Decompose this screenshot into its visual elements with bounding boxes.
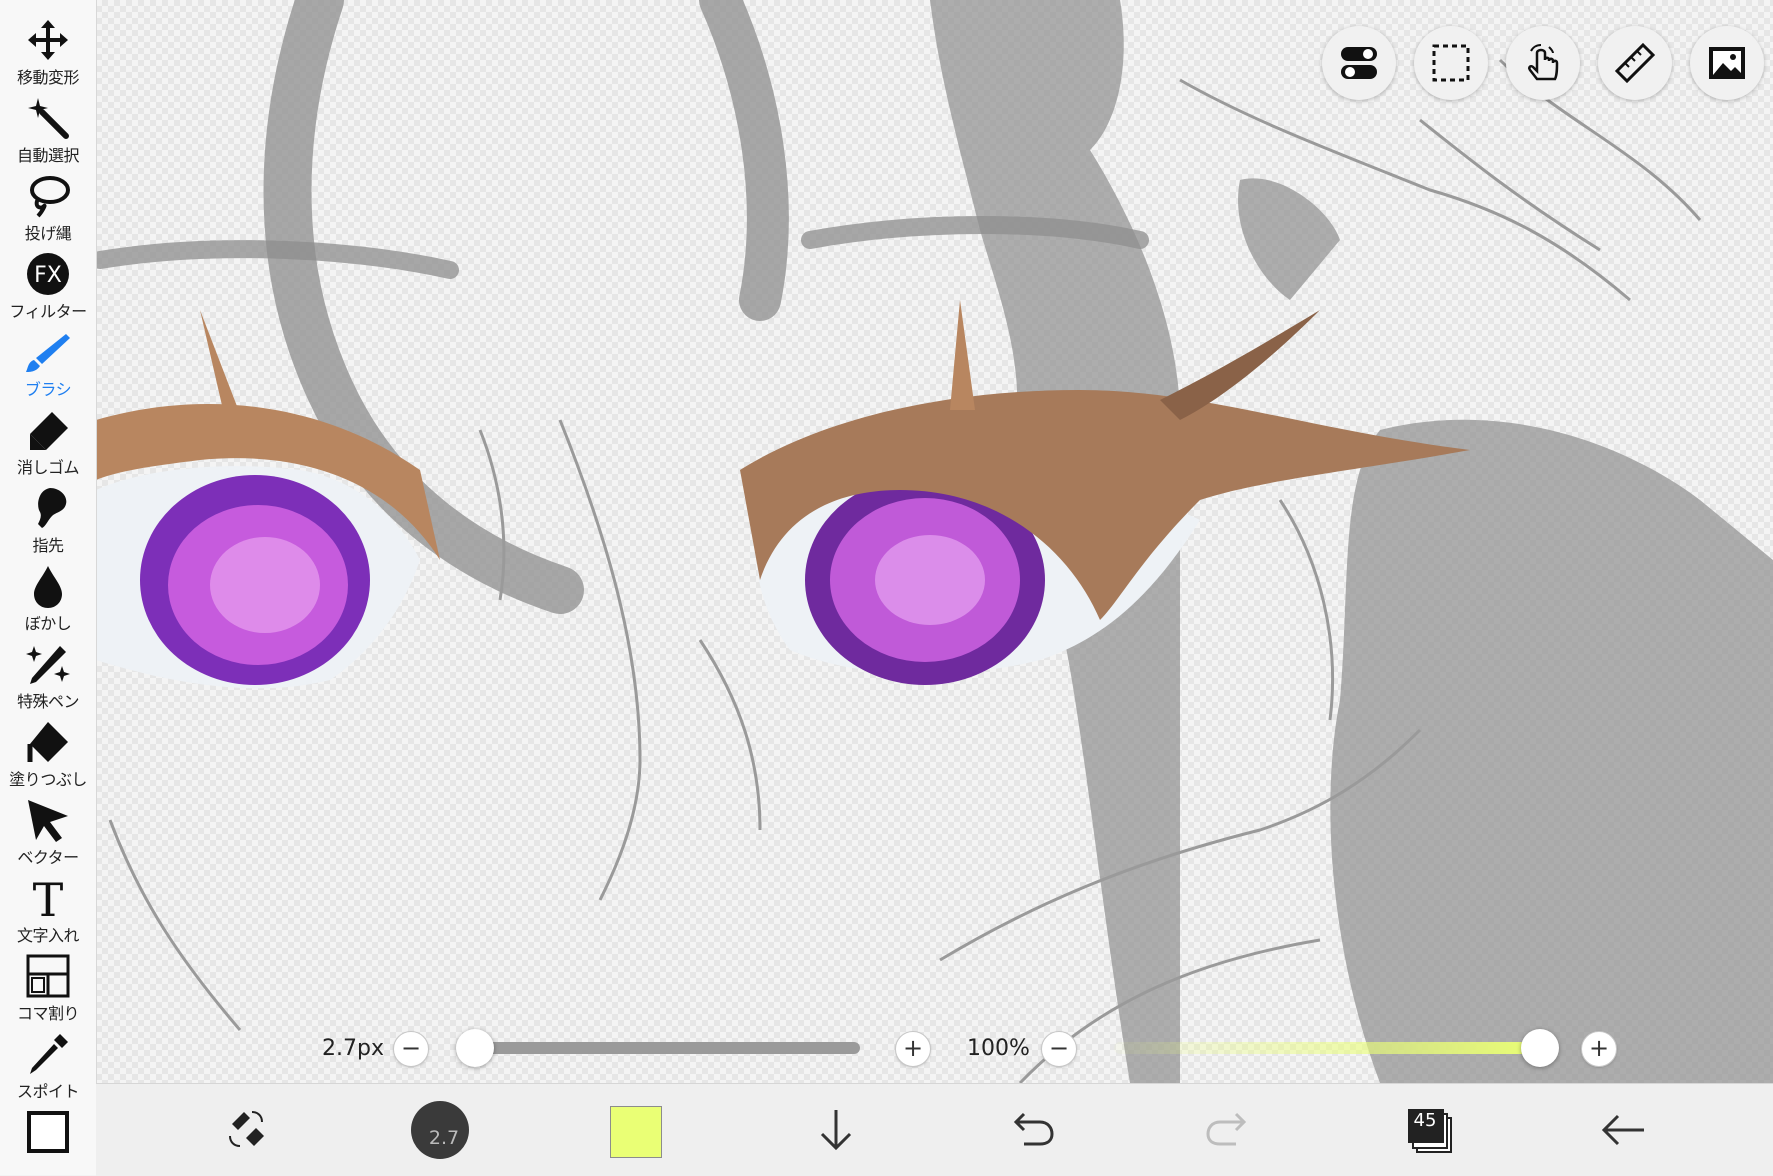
minus-icon: − (1048, 1034, 1070, 1062)
undo-button[interactable] (1004, 1102, 1060, 1158)
canvas-icon (27, 1111, 69, 1153)
tool-panel-divide[interactable]: コマ割り (0, 948, 96, 1026)
tool-label: 塗りつぶし (9, 770, 87, 789)
plus-icon: + (902, 1034, 924, 1062)
selection-rect-icon (1432, 44, 1470, 82)
finger-icon (38, 488, 67, 528)
tool-label: フィルター (9, 302, 87, 321)
tool-blur[interactable]: ぼかし (0, 558, 96, 636)
tool-lasso[interactable]: 投げ縄 (0, 168, 96, 246)
lasso-icon (30, 176, 70, 218)
toggle-settings-button[interactable] (1322, 26, 1396, 100)
touch-gesture-button[interactable] (1506, 26, 1580, 100)
tool-label: 移動変形 (16, 68, 80, 87)
bottom-bar: 2.7 45 (96, 1083, 1773, 1176)
tool-eyedropper[interactable]: スポイト (0, 1026, 96, 1104)
arrow-left-icon (1601, 1114, 1644, 1146)
brush-size-badge-label: 2.7 (428, 1127, 460, 1149)
toggle-settings-icon (1341, 47, 1377, 79)
brush-size-slider-knob[interactable] (455, 1029, 494, 1067)
redo-icon (1206, 1112, 1247, 1146)
tool-eraser[interactable]: 消しゴム (0, 402, 96, 480)
tool-label: 特殊ペン (16, 692, 80, 711)
tool-label: ブラシ (24, 380, 72, 399)
vector-cursor-icon (28, 800, 68, 842)
touch-gesture-icon (1528, 44, 1559, 81)
opacity-slider-knob[interactable] (1521, 1029, 1559, 1067)
tool-canvas[interactable] (0, 1104, 96, 1175)
selection-button[interactable] (1414, 26, 1488, 100)
svg-text:T: T (33, 876, 64, 920)
tool-vector[interactable]: ベクター (0, 792, 96, 870)
brush-size-plus-button[interactable]: + (895, 1031, 931, 1067)
tool-label: 自動選択 (16, 146, 80, 165)
tool-label: 消しゴム (16, 458, 80, 477)
tool-fill[interactable]: 塗りつぶし (0, 714, 96, 792)
tool-special-pen[interactable]: 特殊ペン (0, 636, 96, 714)
download-layer-button[interactable] (808, 1102, 864, 1158)
color-swatch[interactable] (610, 1106, 662, 1158)
text-icon: T (33, 876, 64, 920)
drawing-canvas[interactable] (96, 0, 1773, 1083)
tool-label: ベクター (17, 848, 79, 867)
tool-label: 指先 (32, 536, 64, 555)
magic-wand-icon (28, 98, 69, 139)
brush-icon (26, 334, 70, 372)
tool-brush[interactable]: ブラシ (0, 324, 96, 402)
tool-text[interactable]: T 文字入れ (0, 870, 96, 948)
tool-bar: 移動変形 自動選択 投げ縄 FX フィルター ブラシ 消しゴム 指先 ぼかし 特… (0, 0, 97, 1175)
back-button[interactable] (1596, 1102, 1652, 1158)
layers-button[interactable]: 45 (1407, 1108, 1453, 1158)
tool-smudge[interactable]: 指先 (0, 480, 96, 558)
svg-text:FX: FX (34, 263, 62, 288)
swap-brush-eraser-button[interactable] (216, 1102, 272, 1158)
minus-icon: − (400, 1034, 422, 1062)
undo-icon (1013, 1112, 1054, 1146)
brush-size-slider[interactable] (463, 1042, 860, 1054)
tool-move-transform[interactable]: 移動変形 (0, 12, 96, 90)
arrow-down-icon (820, 1110, 852, 1151)
brush-size-badge[interactable]: 2.7 (411, 1101, 469, 1159)
tool-label: ぼかし (24, 614, 72, 633)
artwork (96, 0, 1773, 1083)
opacity-value: 100% (967, 1036, 1030, 1061)
redo-button[interactable] (1200, 1102, 1256, 1158)
fx-icon: FX (27, 253, 69, 295)
move-arrows-icon (28, 20, 68, 60)
eraser-icon (30, 412, 68, 450)
eyedropper-icon (30, 1034, 68, 1074)
blur-drop-icon (34, 566, 62, 608)
ruler-icon (1615, 43, 1655, 83)
special-pen-icon (26, 646, 70, 684)
opacity-plus-button[interactable]: + (1581, 1031, 1617, 1067)
tool-label: スポイト (16, 1082, 80, 1101)
material-button[interactable] (1690, 26, 1764, 100)
brush-size-minus-button[interactable]: − (393, 1031, 429, 1067)
tool-label: コマ割り (16, 1004, 80, 1023)
image-material-icon (1709, 47, 1745, 79)
tool-label: 文字入れ (16, 926, 80, 945)
tool-filter[interactable]: FX フィルター (0, 246, 96, 324)
brush-eraser-swap-icon (229, 1111, 264, 1147)
opacity-slider[interactable] (1114, 1042, 1540, 1054)
opacity-minus-button[interactable]: − (1041, 1031, 1077, 1067)
brush-size-value: 2.7px (322, 1036, 384, 1061)
tool-label: 投げ縄 (24, 224, 72, 243)
tool-auto-select[interactable]: 自動選択 (0, 90, 96, 168)
ruler-button[interactable] (1598, 26, 1672, 100)
plus-icon: + (1588, 1034, 1610, 1062)
panel-divide-icon (26, 954, 70, 998)
fill-bucket-icon (27, 722, 68, 762)
layer-count: 45 (1413, 1110, 1437, 1131)
